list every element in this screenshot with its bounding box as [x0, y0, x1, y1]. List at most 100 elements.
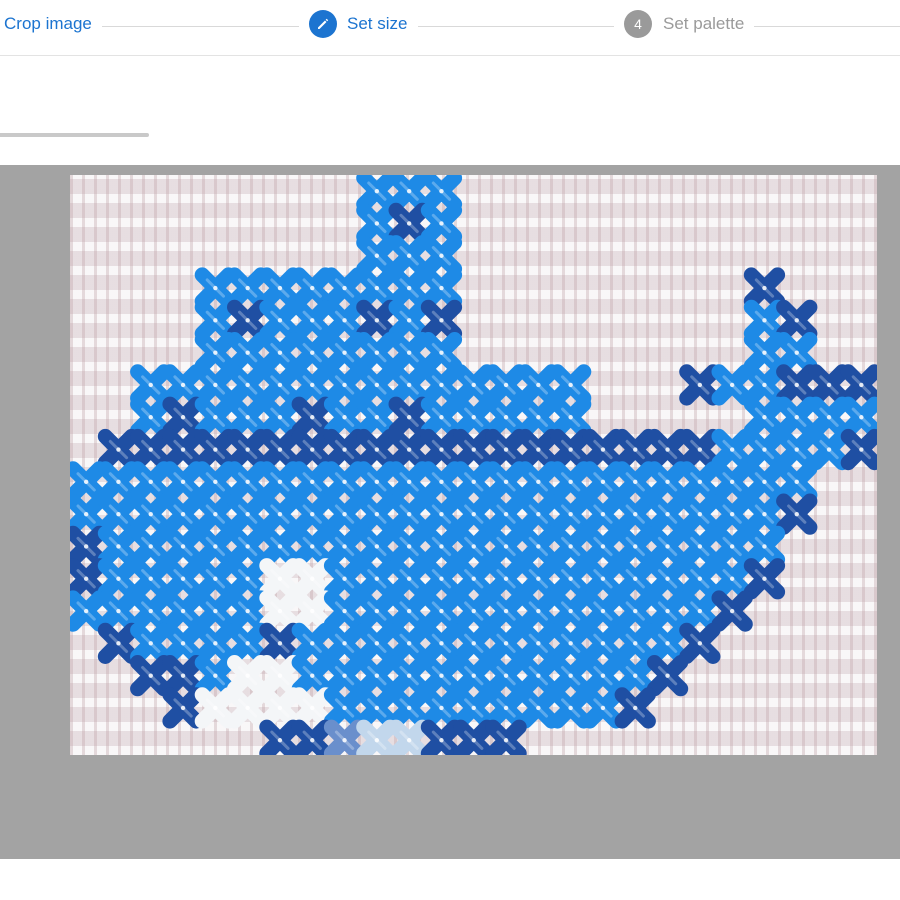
stitch: [420, 396, 463, 438]
stitch: [130, 558, 172, 600]
stitch: [485, 525, 527, 568]
stitch: [291, 396, 333, 438]
step-connector: [754, 26, 900, 27]
stitch: [259, 525, 301, 568]
stitch: [679, 525, 721, 568]
stitch: [323, 299, 366, 341]
stitch: [453, 461, 495, 503]
stitch: [453, 655, 495, 697]
stitch: [517, 558, 559, 600]
stitch: [259, 299, 301, 341]
stitch: [356, 525, 398, 568]
stitch: [259, 493, 301, 535]
stitch: [420, 719, 463, 755]
stitch: [323, 493, 366, 535]
stitch: [356, 299, 398, 341]
stitch: [291, 590, 333, 632]
pencil-icon[interactable]: [309, 10, 337, 38]
stitch: [323, 719, 366, 755]
stitch: [130, 461, 172, 503]
stitch: [711, 428, 753, 471]
stitch: [485, 558, 527, 600]
stitch: [356, 396, 398, 438]
stitch: [259, 622, 301, 664]
step-number-badge: 4: [624, 10, 652, 38]
stitch: [130, 622, 172, 664]
stitch: [711, 558, 753, 600]
stitch: [194, 299, 236, 341]
stitch: [517, 364, 559, 406]
step-set-palette[interactable]: Set palette: [663, 14, 744, 34]
stitch: [582, 461, 624, 503]
stitch: [388, 299, 430, 341]
stitch: [356, 461, 398, 503]
stitch: [453, 687, 495, 729]
stitch: [227, 332, 269, 374]
stitch: [194, 655, 236, 697]
stitch: [646, 525, 689, 568]
stitch: [614, 590, 656, 632]
stitch: [388, 235, 430, 277]
stitch: [162, 687, 204, 729]
stitch: [646, 590, 689, 632]
stitch: [388, 175, 430, 212]
stitch: [356, 364, 398, 406]
stitch: [388, 558, 430, 600]
stitch: [227, 687, 269, 729]
step-set-size[interactable]: Set size: [347, 14, 407, 34]
stitch: [679, 364, 721, 406]
stitch: [162, 493, 204, 535]
stitch: [582, 622, 624, 664]
stitch: [743, 332, 786, 374]
stitch: [227, 622, 269, 664]
stitch: [420, 428, 463, 471]
stitch: [259, 267, 301, 309]
stitch: [646, 461, 689, 503]
stitch: [679, 428, 721, 471]
preview-area: [0, 165, 900, 859]
stitch: [646, 655, 689, 697]
stitch: [614, 525, 656, 568]
stitch: [130, 655, 172, 697]
stitch: [291, 493, 333, 535]
stitch: [259, 428, 301, 471]
stitch: [259, 364, 301, 406]
stitch: [776, 332, 818, 374]
stitch: [550, 558, 592, 600]
stitch: [323, 396, 366, 438]
stitch: [97, 428, 140, 471]
step-crop-image[interactable]: Crop image: [4, 14, 92, 34]
stitch: [420, 655, 463, 697]
stitch: [711, 461, 753, 503]
stitch: [130, 590, 172, 632]
stitch: [485, 687, 527, 729]
stitch: [130, 396, 172, 438]
stitch: [743, 299, 786, 341]
stitch: [356, 687, 398, 729]
stitch: [227, 525, 269, 568]
step-connector: [418, 26, 614, 27]
stitch: [291, 622, 333, 664]
stitch: [323, 622, 366, 664]
stitch: [227, 461, 269, 503]
stitch: [711, 364, 753, 406]
stitch: [388, 461, 430, 503]
stitch: [453, 525, 495, 568]
stitch: [420, 202, 463, 245]
stitch: [194, 267, 236, 309]
stitch: [679, 622, 721, 664]
stitch: [356, 202, 398, 245]
stitch: [356, 622, 398, 664]
stitch: [388, 396, 430, 438]
stitch: [776, 364, 818, 406]
stitch: [550, 622, 592, 664]
cross-stitch-preview: [70, 175, 877, 755]
stitch: [70, 461, 107, 503]
stitch: [550, 461, 592, 503]
stitch: [70, 493, 107, 535]
stitch: [97, 622, 140, 664]
stitch: [743, 364, 786, 406]
stitch: [291, 525, 333, 568]
stitch: [388, 719, 430, 755]
stitch: [356, 493, 398, 535]
